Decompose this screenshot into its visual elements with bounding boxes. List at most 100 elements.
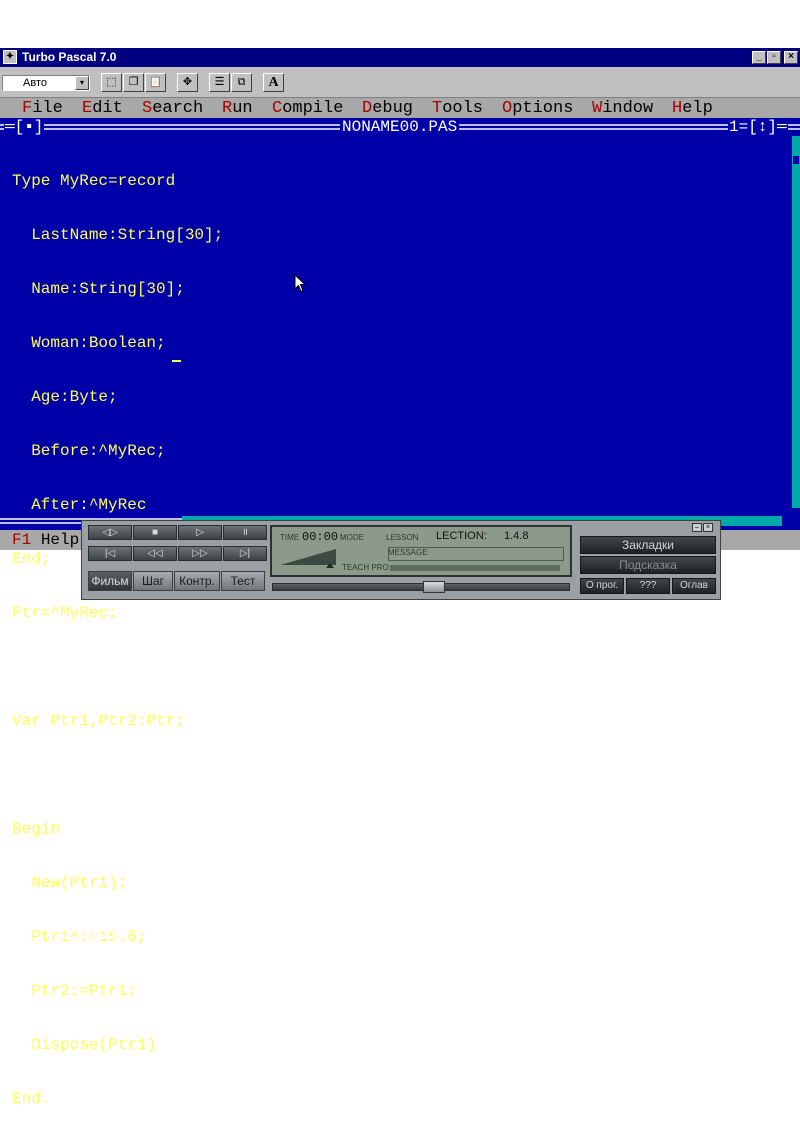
paste-button[interactable]: 📋: [145, 73, 166, 92]
hint-button[interactable]: Подсказка: [580, 556, 716, 574]
code-editor[interactable]: Type MyRec=record LastName:String[30]; N…: [12, 136, 223, 1144]
time-label: TIME: [280, 533, 300, 542]
teach-pro-player: ◁▷ ■ ▷ ॥ |◁ ◁◁ ▷▷ ▷| Фильм Шаг Контр. Те…: [81, 520, 721, 600]
skip-back-icon: |◁: [104, 548, 116, 559]
menu-search[interactable]: Search: [142, 99, 203, 118]
player-close-icon[interactable]: ×: [703, 523, 713, 532]
lesson-label: LESSON: [386, 533, 419, 542]
paste-icon: 📋: [148, 76, 163, 88]
tab-step[interactable]: Шаг: [133, 571, 173, 591]
fast-forward-button[interactable]: ▷▷: [178, 546, 222, 561]
window-title-bar[interactable]: ✦ Turbo Pascal 7.0 _ ▫ ×: [0, 48, 800, 67]
question-button[interactable]: ???: [626, 578, 670, 594]
turbo-pascal-screen: File Edit Search Run Compile Debug Tools…: [0, 98, 800, 1108]
f1-key-label: F1: [12, 531, 32, 549]
font-icon: A: [268, 75, 279, 90]
code-line: End.: [12, 1090, 51, 1108]
scroll-thumb[interactable]: [793, 156, 799, 164]
menu-debug[interactable]: Debug: [362, 99, 413, 118]
menu-options[interactable]: Options: [502, 99, 573, 118]
fullscreen-icon: ✥: [182, 76, 193, 88]
font-button[interactable]: A: [263, 73, 284, 92]
player-minimize-icon[interactable]: –: [692, 523, 702, 532]
code-line: Age:Byte;: [12, 388, 118, 406]
code-line: Var Ptr1,Ptr2:Ptr;: [12, 712, 185, 730]
properties-button[interactable]: ☰: [209, 73, 230, 92]
window-title: Turbo Pascal 7.0: [22, 50, 117, 64]
help-label: Help: [40, 531, 80, 549]
chevron-down-icon[interactable]: ▾: [75, 76, 89, 90]
text-cursor: [172, 360, 181, 362]
copy-button[interactable]: ❐: [123, 73, 144, 92]
help-hint[interactable]: F1 Help: [12, 531, 79, 549]
console-toolbar: Авто ▾ ⬚ ❐ 📋 ✥ ☰ ⧉ A: [0, 67, 800, 98]
font-size-select[interactable]: Авто ▾: [2, 75, 90, 91]
code-line: Before:^MyRec;: [12, 442, 166, 460]
editor-file-name: NONAME00.PAS: [340, 118, 460, 136]
fast-forward-icon: ▷▷: [192, 548, 208, 559]
lesson-progress-bar: [390, 565, 560, 571]
time-value: 00:00: [302, 530, 339, 544]
menu-run[interactable]: Run: [222, 99, 253, 118]
tab-control[interactable]: Контр.: [174, 571, 220, 591]
menu-compile[interactable]: Compile: [272, 99, 343, 118]
contents-button[interactable]: Оглав: [672, 578, 716, 594]
bookmarks-button[interactable]: Закладки: [580, 536, 716, 554]
message-box: [388, 547, 564, 561]
code-line: Name:String[30];: [12, 280, 185, 298]
seek-slider[interactable]: [272, 581, 570, 593]
code-line: Type MyRec=record: [12, 172, 176, 190]
rewind-start-button[interactable]: ◁▷: [88, 525, 132, 540]
skip-back-button[interactable]: |◁: [88, 546, 132, 561]
menu-window[interactable]: Window: [592, 99, 653, 118]
about-button[interactable]: О прог.: [580, 578, 624, 594]
scroll-up-arrow-icon[interactable]: [792, 136, 800, 146]
menu-bar: File Edit Search Run Compile Debug Tools…: [0, 98, 800, 118]
tab-test[interactable]: Тест: [221, 571, 265, 591]
teach-pro-label: TEACH PRO: [342, 563, 389, 572]
pause-button[interactable]: ॥: [223, 525, 267, 540]
rewind-start-icon: ◁▷: [102, 527, 118, 538]
vertical-scrollbar[interactable]: [792, 136, 800, 508]
tab-film[interactable]: Фильм: [88, 571, 132, 591]
dotted-select-icon: ⬚: [106, 76, 117, 88]
code-line: New(Ptr1);: [12, 874, 128, 892]
code-line: Ptr2:=Ptr1;: [12, 982, 137, 1000]
background-button[interactable]: ⧉: [231, 73, 252, 92]
stop-icon: ■: [151, 527, 159, 538]
window-number-zoom-icon[interactable]: 1=[↕]═: [728, 118, 788, 136]
app-icon[interactable]: ✦: [3, 50, 17, 64]
seek-slider-handle[interactable]: [423, 581, 445, 593]
mode-label: MODE: [340, 533, 364, 542]
play-icon: ▷: [196, 527, 204, 538]
maximize-button[interactable]: ▫: [767, 51, 781, 64]
lection-label: LECTION:: [436, 530, 487, 542]
menu-tools[interactable]: Tools: [432, 99, 483, 118]
background-icon: ⧉: [237, 76, 246, 88]
editor-frame-top: ═[▪] NONAME00.PAS 1=[↕]═: [0, 118, 800, 136]
lection-value: 1.4.8: [504, 530, 529, 542]
code-line: Ptr=^MyRec;: [12, 604, 118, 622]
minimize-button[interactable]: _: [752, 51, 766, 64]
code-line: LastName:String[30];: [12, 226, 224, 244]
menu-edit[interactable]: Edit: [82, 99, 123, 118]
code-line: Begin: [12, 820, 61, 838]
menu-file[interactable]: File: [22, 99, 63, 118]
menu-help[interactable]: Help: [672, 99, 713, 118]
font-size-value: Авто: [23, 77, 47, 89]
stop-button[interactable]: ■: [133, 525, 177, 540]
copy-icon: ❐: [128, 76, 139, 88]
play-button[interactable]: ▷: [178, 525, 222, 540]
close-button[interactable]: ×: [784, 51, 798, 64]
skip-forward-icon: ▷|: [239, 548, 251, 559]
skip-forward-button[interactable]: ▷|: [223, 546, 267, 561]
rewind-icon: ◁◁: [147, 548, 163, 559]
mark-button[interactable]: ⬚: [101, 73, 122, 92]
rewind-button[interactable]: ◁◁: [133, 546, 177, 561]
player-lcd-display: TIME 00:00 MODE LESSON LECTION: 1.4.8 ME…: [270, 525, 572, 577]
fullscreen-button[interactable]: ✥: [177, 73, 198, 92]
cursor-position: 10:17: [80, 926, 129, 944]
close-window-icon[interactable]: ═[▪]: [4, 118, 45, 136]
